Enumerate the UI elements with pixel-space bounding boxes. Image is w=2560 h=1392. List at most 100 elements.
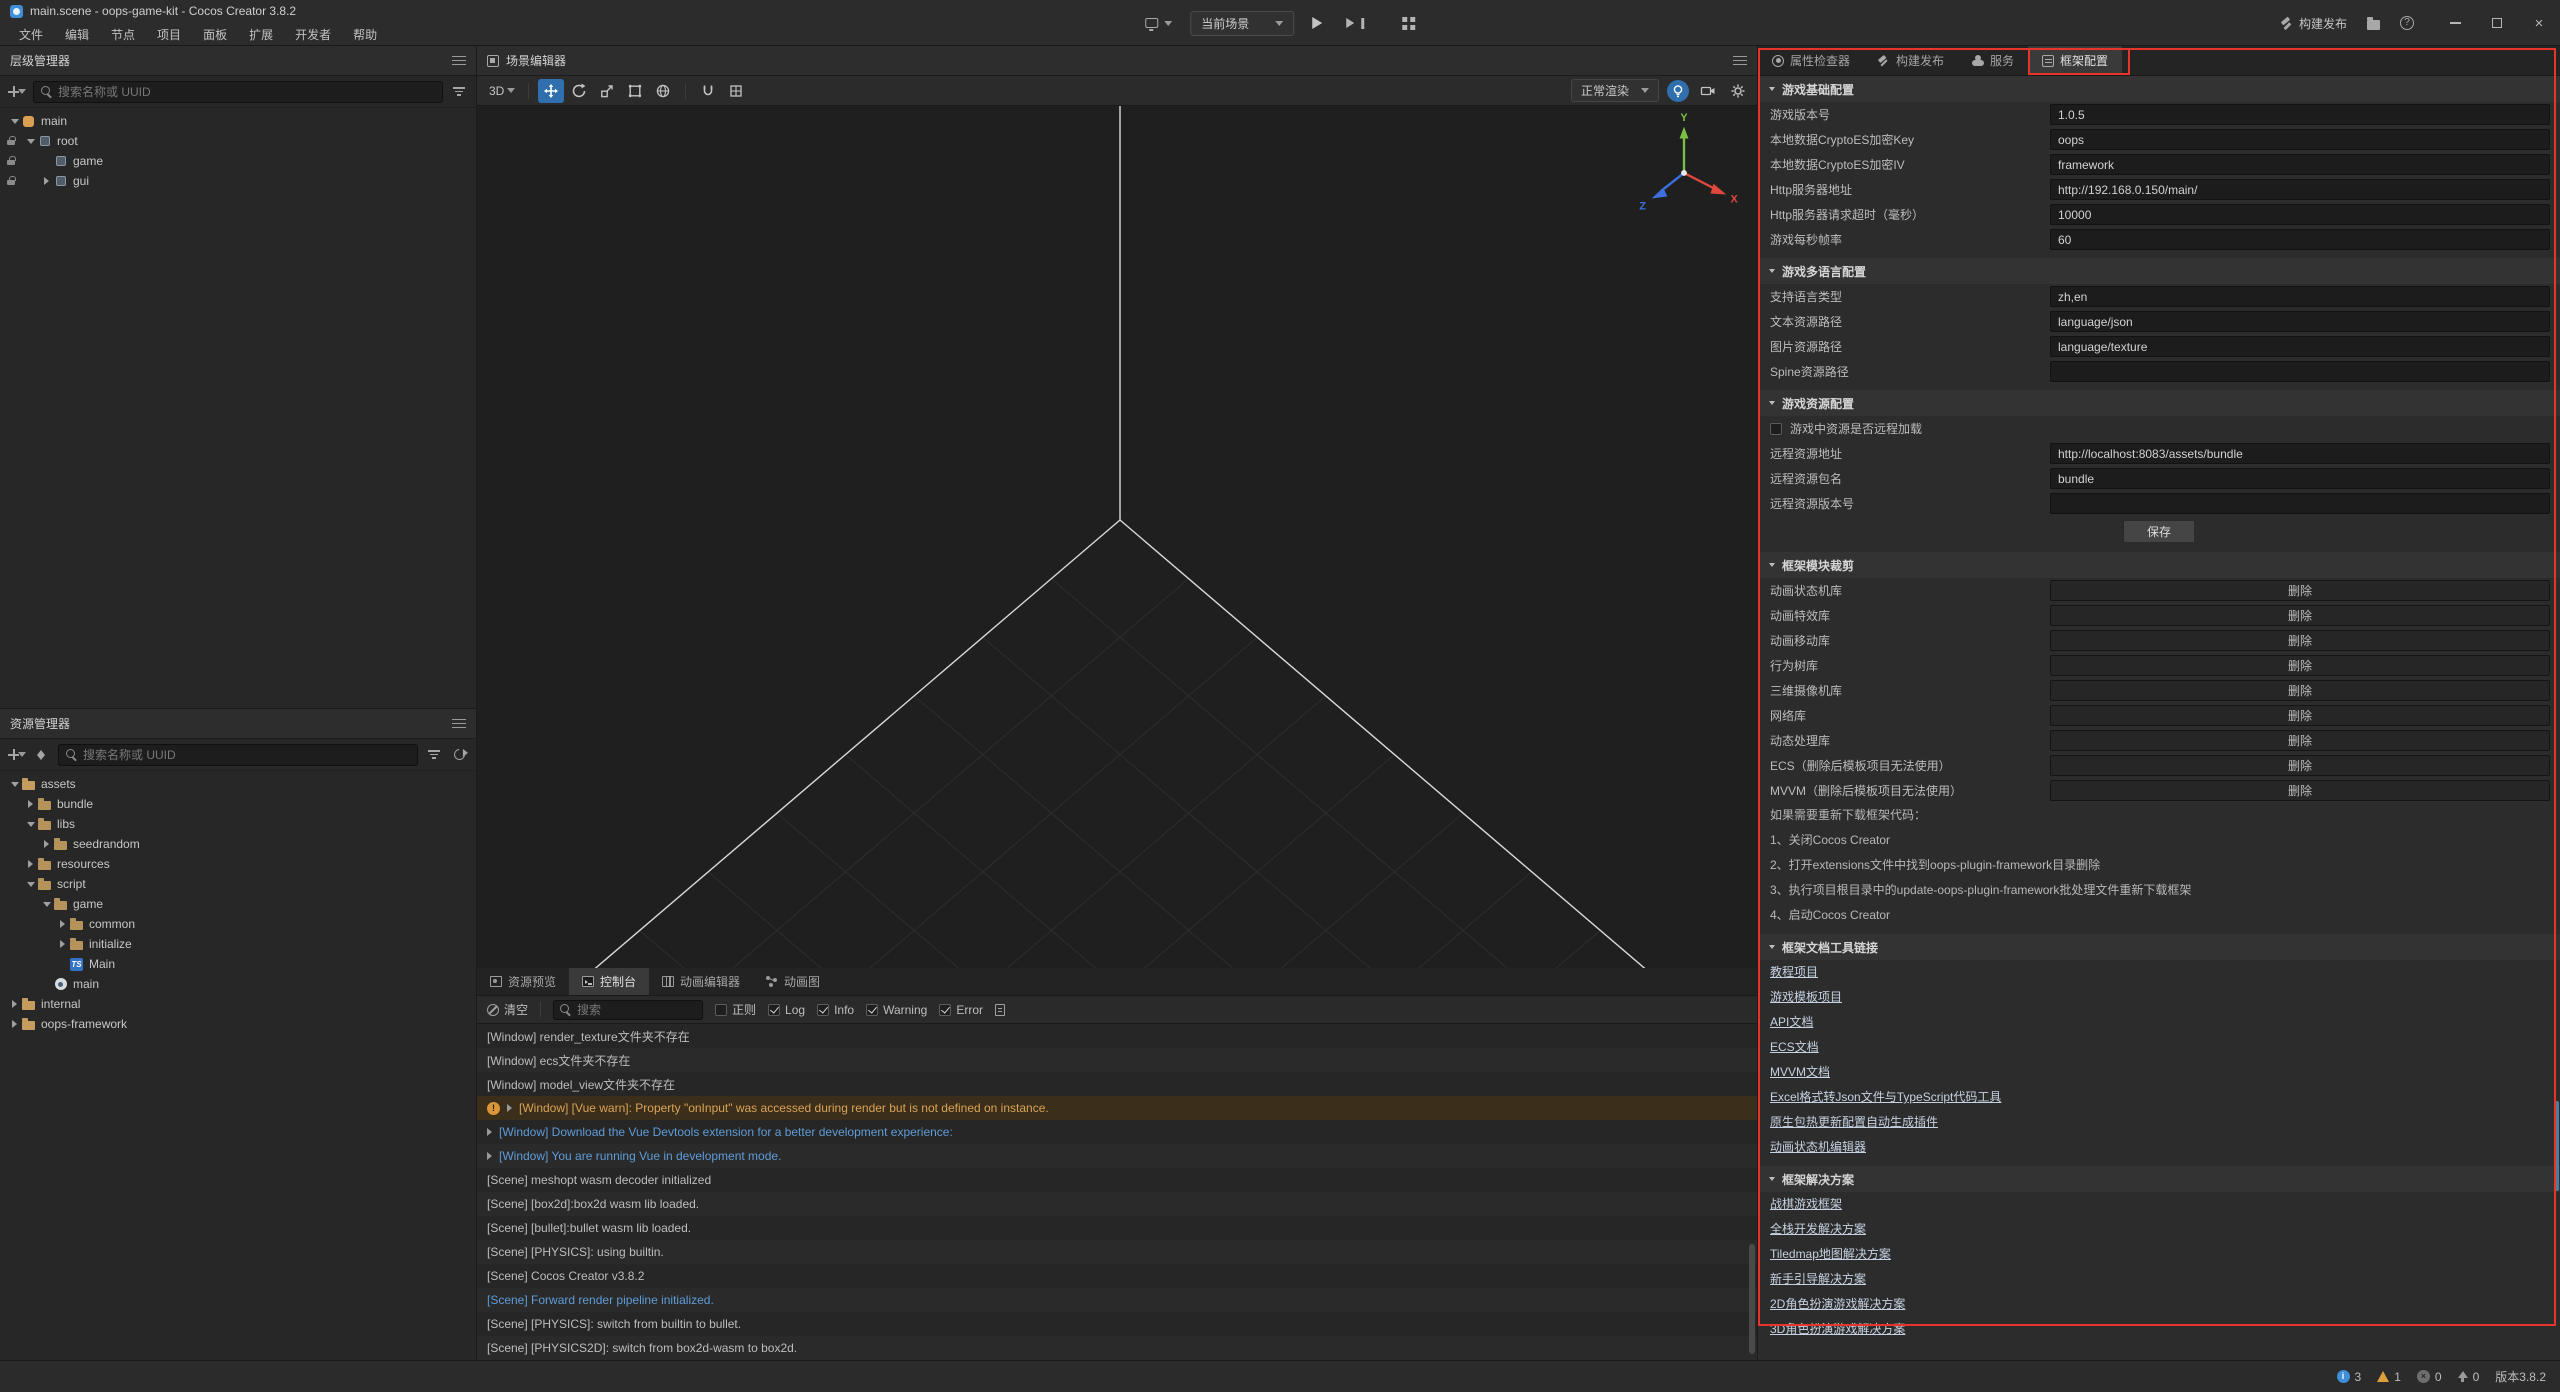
doc-link[interactable]: ECS文档 — [1770, 1040, 1819, 1054]
asset-item-seedrandom[interactable]: seedrandom — [0, 834, 476, 854]
expand-arrow-icon[interactable] — [8, 1020, 21, 1028]
delete-button[interactable]: 删除 — [2050, 780, 2550, 801]
tab-property-inspector[interactable]: 属性检查器 — [1758, 46, 1864, 75]
log-row[interactable]: [Window] model_view文件夹不存在 — [477, 1072, 1757, 1096]
field-input[interactable]: bundle — [2050, 468, 2550, 489]
asset-item-initialize[interactable]: initialize — [0, 934, 476, 954]
upload-counter[interactable]: 0 — [2458, 1370, 2480, 1384]
hierarchy-item-main[interactable]: main — [0, 111, 476, 131]
asset-item-bundle[interactable]: bundle — [0, 794, 476, 814]
regex-toggle[interactable]: 正则 — [715, 1001, 756, 1018]
console-search-input[interactable] — [553, 1000, 703, 1020]
asset-item-internal[interactable]: internal — [0, 994, 476, 1014]
delete-button[interactable]: 删除 — [2050, 630, 2550, 651]
preview-scene-selector[interactable]: 当前场景 — [1190, 11, 1294, 36]
error-counter[interactable]: 0 — [2417, 1370, 2442, 1384]
log-row[interactable]: [Scene] Forward render pipeline initiali… — [477, 1288, 1757, 1312]
create-asset-button[interactable] — [8, 746, 26, 764]
warning-counter[interactable]: 1 — [2377, 1370, 2401, 1384]
assets-filter-button[interactable] — [425, 746, 443, 764]
assets-menu-icon[interactable] — [452, 716, 466, 731]
field-input[interactable]: zh,en — [2050, 286, 2550, 307]
expand-arrow-icon[interactable] — [24, 800, 37, 808]
doc-link[interactable]: MVVM文档 — [1770, 1065, 1830, 1079]
hierarchy-search-field[interactable] — [58, 85, 435, 99]
dimension-toggle-button[interactable]: 3D — [485, 79, 519, 103]
doc-link[interactable]: 教程项目 — [1770, 965, 1818, 979]
doc-link[interactable]: 动画状态机编辑器 — [1770, 1140, 1866, 1154]
help-button[interactable]: ? — [2394, 12, 2420, 34]
asset-item-resources[interactable]: resources — [0, 854, 476, 874]
filter-error[interactable]: Error — [939, 1003, 983, 1017]
field-input[interactable]: 60 — [2050, 229, 2550, 250]
tab-console[interactable]: 控制台 — [569, 968, 649, 995]
field-input[interactable] — [2050, 493, 2550, 514]
hierarchy-item-gui[interactable]: gui — [0, 171, 476, 191]
tool-rotate-button[interactable] — [566, 79, 592, 103]
log-row[interactable]: [Window] You are running Vue in developm… — [477, 1144, 1757, 1168]
doc-link[interactable]: Tiledmap地图解决方案 — [1770, 1247, 1891, 1261]
menu-item[interactable]: 面板 — [194, 24, 236, 45]
log-row[interactable]: [Window] ecs文件夹不存在 — [477, 1048, 1757, 1072]
expand-arrow-icon[interactable] — [40, 177, 53, 185]
checkbox[interactable] — [1770, 423, 1782, 435]
expand-arrow-icon[interactable] — [40, 840, 53, 848]
tool-scale-button[interactable] — [594, 79, 620, 103]
scene-menu-icon[interactable] — [1733, 53, 1747, 68]
field-input[interactable]: oops — [2050, 129, 2550, 150]
preview-target-button[interactable] — [1139, 14, 1178, 32]
tool-move-button[interactable] — [538, 79, 564, 103]
hierarchy-filter-button[interactable] — [450, 83, 468, 101]
tab-service[interactable]: 服务 — [1958, 46, 2028, 75]
section-header[interactable]: 框架模块裁剪 — [1758, 552, 2560, 578]
menu-item[interactable]: 文件 — [10, 24, 52, 45]
asset-item-script[interactable]: script — [0, 874, 476, 894]
doc-link[interactable]: 全栈开发解决方案 — [1770, 1222, 1866, 1236]
scene-settings-button[interactable] — [1727, 80, 1749, 102]
open-project-folder-button[interactable] — [2361, 13, 2386, 34]
expand-arrow-icon[interactable] — [56, 920, 69, 928]
delete-button[interactable]: 删除 — [2050, 580, 2550, 601]
asset-item-game[interactable]: game — [0, 894, 476, 914]
save-button[interactable]: 保存 — [2123, 520, 2195, 543]
expand-arrow-icon[interactable] — [8, 782, 21, 787]
assets-search-input[interactable] — [58, 744, 418, 766]
doc-link[interactable]: 3D角色扮演游戏解决方案 — [1770, 1322, 1905, 1336]
expand-arrow-icon[interactable] — [8, 1000, 21, 1008]
asset-item-Main[interactable]: Main — [0, 954, 476, 974]
asset-item-common[interactable]: common — [0, 914, 476, 934]
hierarchy-item-root[interactable]: root — [0, 131, 476, 151]
assets-search-field[interactable] — [83, 748, 410, 762]
field-input[interactable]: language/texture — [2050, 336, 2550, 357]
field-input[interactable]: language/json — [2050, 311, 2550, 332]
log-row[interactable]: [Scene] Cocos Creator v3.8.2 — [477, 1264, 1757, 1288]
orientation-gizmo[interactable]: Y X Z — [1625, 108, 1743, 226]
log-row[interactable]: [Scene] meshopt wasm decoder initialized — [477, 1168, 1757, 1192]
log-row[interactable]: [Window] [Vue warn]: Property "onInput" … — [477, 1096, 1757, 1120]
tool-rect-button[interactable] — [622, 79, 648, 103]
log-row[interactable]: [Scene] [PHYSICS2D]: switch from box2d-w… — [477, 1336, 1757, 1360]
play-button[interactable] — [1306, 13, 1328, 33]
doc-link[interactable]: 原生包热更新配置自动生成插件 — [1770, 1115, 1938, 1129]
field-input[interactable]: 10000 — [2050, 204, 2550, 225]
minimize-button[interactable] — [2434, 0, 2476, 46]
expand-arrow-icon[interactable] — [487, 1128, 492, 1136]
delete-button[interactable]: 删除 — [2050, 730, 2550, 751]
tool-transform-space-button[interactable] — [650, 79, 676, 103]
asset-item-main[interactable]: main — [0, 974, 476, 994]
inspector-scrollbar[interactable] — [2554, 1101, 2559, 1191]
field-input[interactable] — [2050, 361, 2550, 382]
log-row[interactable]: [Scene] [bullet]:bullet wasm lib loaded. — [477, 1216, 1757, 1240]
expand-arrow-icon[interactable] — [40, 902, 53, 907]
grid-snap-button[interactable] — [723, 79, 749, 103]
scene-viewport[interactable]: Y X Z — [477, 106, 1757, 968]
section-header[interactable]: 游戏基础配置 — [1758, 76, 2560, 102]
hierarchy-menu-icon[interactable] — [452, 53, 466, 68]
expand-arrow-icon[interactable] — [24, 882, 37, 887]
close-button[interactable]: × — [2518, 0, 2560, 46]
menu-item[interactable]: 扩展 — [240, 24, 282, 45]
step-button[interactable] — [1340, 14, 1370, 33]
asset-item-oops-framework[interactable]: oops-framework — [0, 1014, 476, 1034]
expand-arrow-icon[interactable] — [24, 860, 37, 868]
menu-item[interactable]: 节点 — [102, 24, 144, 45]
